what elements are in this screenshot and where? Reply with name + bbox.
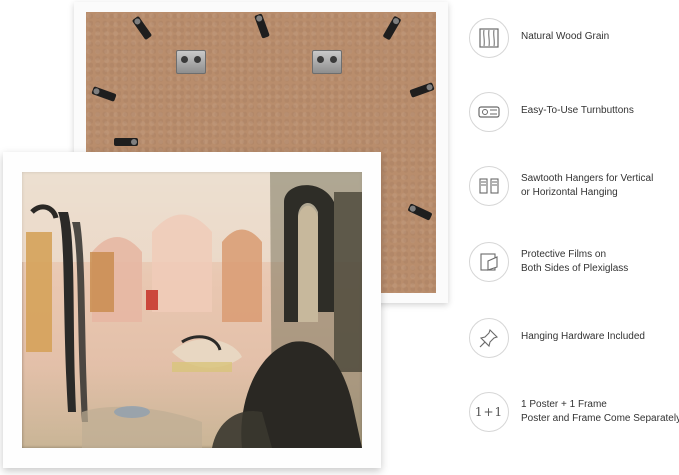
feature-label: Sawtooth Hangers for Vertical [521,173,654,184]
feature-item: Protective Films on Both Sides of Plexig… [469,242,679,302]
feature-label: Easy-To-Use Turnbuttons [521,105,634,116]
one-plus-one-text: 1+1 [474,405,504,419]
feature-label: Poster and Frame Come Separately [521,413,679,424]
frame-front-view [3,152,381,468]
feature-label: Hanging Hardware Included [521,331,645,342]
turnbutton-icon [469,92,509,132]
feature-item: 1+1 1 Poster + 1 Frame Poster and Frame … [469,392,679,452]
turnbutton [131,15,153,41]
sawtooth-hanger-icon [469,166,509,206]
turnbutton [382,15,402,41]
turnbutton [254,13,270,39]
wood-grain-icon [469,18,509,58]
turnbutton [91,86,117,102]
feature-item: Sawtooth Hangers for Vertical or Horizon… [469,166,679,226]
feature-label: Natural Wood Grain [521,31,610,42]
feature-label: or Horizontal Hanging [521,187,618,198]
feature-label: Protective Films on [521,249,607,260]
turnbutton [407,203,433,221]
turnbutton [409,82,435,98]
feature-label: 1 Poster + 1 Frame [521,399,607,410]
abstract-painting [22,172,362,448]
product-image [0,0,460,475]
feature-label: Both Sides of Plexiglass [521,263,629,274]
turnbutton [114,138,138,146]
sawtooth-hanger [176,50,206,74]
feature-item: Hanging Hardware Included [469,318,679,378]
feature-item: Easy-To-Use Turnbuttons [469,92,679,152]
sawtooth-hanger [312,50,342,74]
painting-artwork [22,172,362,448]
protective-film-icon [469,242,509,282]
one-plus-one-icon: 1+1 [469,392,509,432]
push-pin-icon [469,318,509,358]
feature-item: Natural Wood Grain [469,18,679,78]
